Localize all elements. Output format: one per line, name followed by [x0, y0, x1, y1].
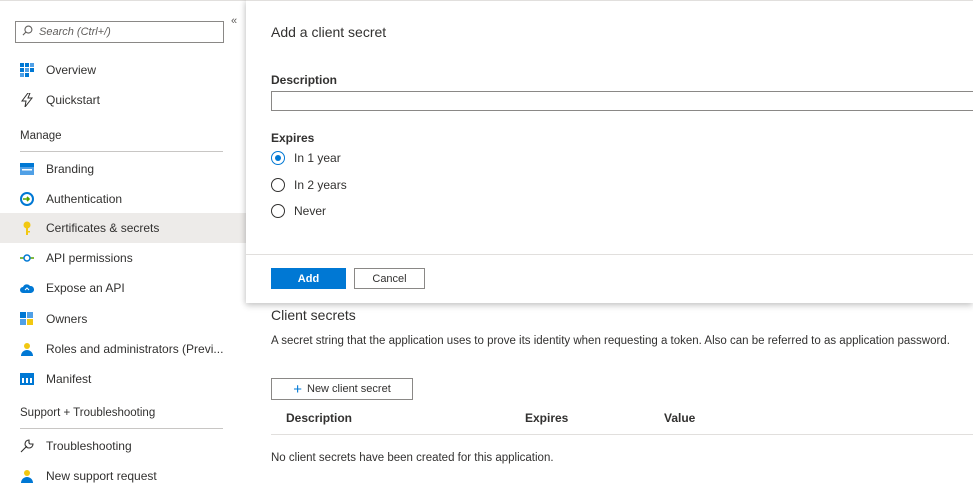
- plus-icon: +: [293, 380, 302, 398]
- support-person-icon: [20, 469, 34, 483]
- sidebar-item-label: Overview: [46, 63, 97, 77]
- cancel-button[interactable]: Cancel: [354, 268, 425, 289]
- sidebar-item-label: New support request: [46, 469, 157, 483]
- expires-label: Expires: [271, 131, 315, 145]
- sidebar-item-branding[interactable]: Branding: [0, 154, 246, 184]
- search-icon: [22, 25, 33, 39]
- branding-icon: [20, 162, 34, 176]
- owners-icon: [20, 312, 34, 326]
- sidebar-item-owners[interactable]: Owners: [0, 304, 246, 334]
- sidebar-item-new-support-request[interactable]: New support request: [0, 461, 246, 491]
- column-header-value: Value: [664, 411, 696, 425]
- radio-label: In 1 year: [294, 151, 341, 165]
- expires-option-2-years[interactable]: In 2 years: [271, 178, 347, 192]
- authentication-icon: [20, 192, 34, 206]
- new-client-secret-label: New client secret: [307, 383, 391, 395]
- panel-divider: [246, 254, 973, 255]
- client-secrets-title: Client secrets: [271, 307, 356, 323]
- collapse-sidebar-icon[interactable]: «: [231, 15, 237, 27]
- sidebar-item-manifest[interactable]: Manifest: [0, 364, 246, 394]
- sidebar-item-certificates-secrets[interactable]: Certificates & secrets: [0, 213, 246, 243]
- sidebar-item-label: API permissions: [46, 251, 133, 265]
- expires-option-never[interactable]: Never: [271, 204, 326, 218]
- sidebar-item-roles-administrators[interactable]: Roles and administrators (Previ...: [0, 334, 246, 364]
- cloud-icon: [20, 281, 34, 295]
- person-icon: [20, 342, 34, 356]
- sidebar-item-label: Branding: [46, 162, 95, 176]
- expires-option-1-year[interactable]: In 1 year: [271, 151, 341, 165]
- sidebar: Search (Ctrl+/) « Overview Quickstart Ma…: [0, 0, 246, 484]
- description-label: Description: [271, 73, 338, 87]
- sidebar-item-label: Authentication: [46, 192, 123, 206]
- new-client-secret-button[interactable]: + New client secret: [271, 378, 413, 400]
- add-client-secret-panel: Add a client secret Description Expires …: [246, 0, 973, 303]
- search-input[interactable]: Search (Ctrl+/): [15, 21, 224, 43]
- grid-icon: [20, 63, 34, 77]
- sidebar-item-label: Owners: [46, 312, 88, 326]
- wrench-icon: [20, 439, 34, 453]
- sidebar-item-overview[interactable]: Overview: [0, 55, 246, 85]
- sidebar-item-quickstart[interactable]: Quickstart: [0, 85, 246, 115]
- column-header-description: Description: [286, 411, 353, 425]
- sidebar-item-expose-api[interactable]: Expose an API: [0, 273, 246, 303]
- sidebar-item-label: Quickstart: [46, 93, 101, 107]
- sidebar-item-troubleshooting[interactable]: Troubleshooting: [0, 431, 246, 461]
- radio-label: Never: [294, 204, 327, 218]
- radio-button[interactable]: [271, 178, 285, 192]
- search-placeholder: Search (Ctrl+/): [39, 26, 111, 38]
- section-divider: [20, 151, 223, 152]
- sidebar-item-label: Expose an API: [46, 281, 125, 295]
- sidebar-item-label: Troubleshooting: [46, 439, 132, 453]
- radio-label: In 2 years: [294, 178, 347, 192]
- sidebar-item-label: Manifest: [46, 372, 92, 386]
- empty-state-message: No client secrets have been created for …: [271, 452, 554, 464]
- add-button[interactable]: Add: [271, 268, 346, 289]
- client-secrets-description: A secret string that the application use…: [271, 335, 950, 347]
- sidebar-item-authentication[interactable]: Authentication: [0, 184, 246, 214]
- panel-title: Add a client secret: [271, 24, 387, 40]
- radio-button[interactable]: [271, 204, 285, 218]
- manifest-icon: [20, 372, 34, 386]
- section-divider: [20, 428, 223, 429]
- column-header-expires: Expires: [525, 411, 569, 425]
- section-heading-support: Support + Troubleshooting: [20, 407, 156, 419]
- sidebar-item-label: Roles and administrators (Previ...: [46, 342, 224, 356]
- description-input[interactable]: [271, 91, 973, 111]
- section-heading-manage: Manage: [20, 130, 62, 142]
- sidebar-item-label: Certificates & secrets: [46, 221, 160, 235]
- api-permissions-icon: [20, 251, 34, 265]
- sidebar-item-api-permissions[interactable]: API permissions: [0, 243, 246, 273]
- lightning-icon: [20, 93, 34, 107]
- table-header-divider: [271, 434, 973, 435]
- key-icon: [20, 221, 34, 235]
- radio-button-selected[interactable]: [271, 151, 285, 165]
